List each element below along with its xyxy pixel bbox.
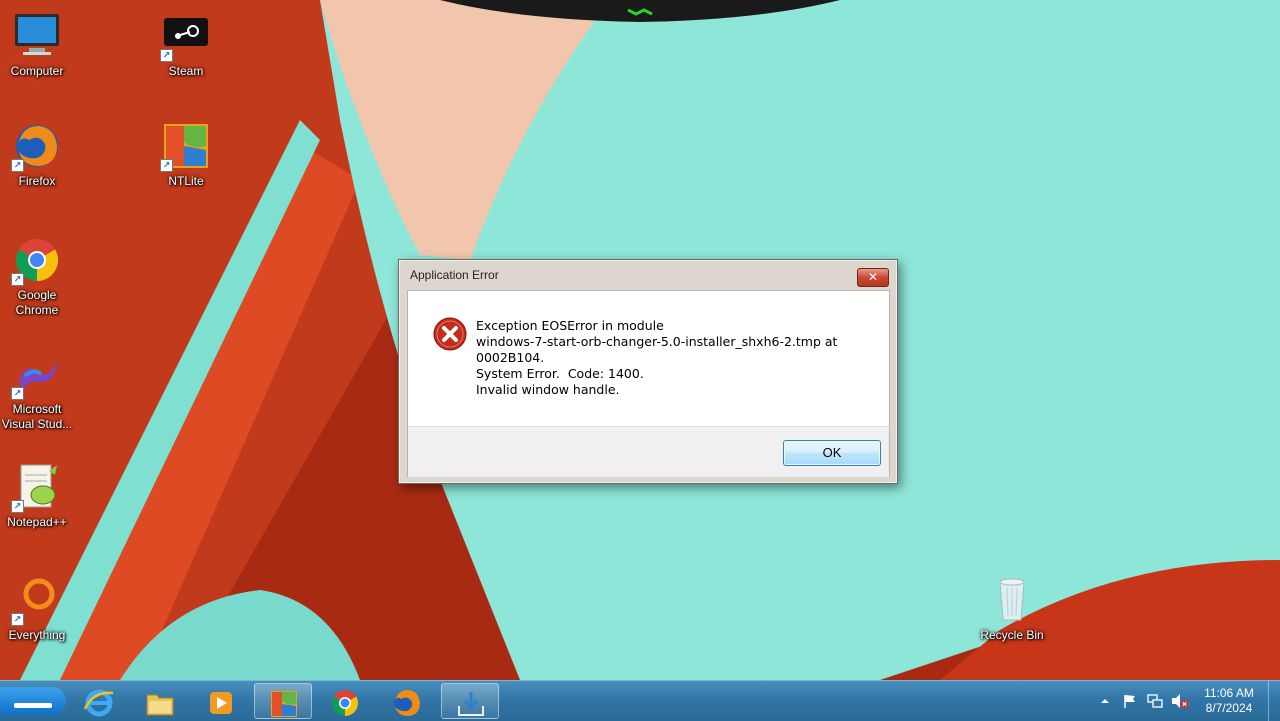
visual-studio-icon: ↗ xyxy=(11,350,61,400)
desktop-icon-chrome[interactable]: ↗ Google Chrome xyxy=(0,236,77,318)
clock-time: 11:06 AM xyxy=(1204,686,1254,700)
dialog-client-area: Exception EOSError in module windows-7-s… xyxy=(407,290,890,477)
firefox-icon: ↗ xyxy=(11,122,61,172)
shortcut-arrow-icon: ↗ xyxy=(11,613,24,626)
desktop-icon-ntlite[interactable]: ↗ NTLite xyxy=(146,122,226,189)
desktop-icon-label: Recycle Bin xyxy=(980,628,1044,642)
taskbar-explorer[interactable] xyxy=(131,683,189,719)
desktop-icon-label: Computer xyxy=(10,64,64,78)
dialog-title: Application Error xyxy=(410,268,499,282)
taskbar-installer[interactable] xyxy=(441,683,499,719)
dialog-titlebar[interactable]: Application Error ✕ xyxy=(399,260,897,290)
firefox-icon xyxy=(394,690,420,716)
taskbar: 11:06 AM 8/7/2024 xyxy=(0,680,1280,721)
message-area: Exception EOSError in module windows-7-s… xyxy=(408,291,889,426)
chrome-icon: ↗ xyxy=(11,236,61,286)
chrome-icon xyxy=(331,690,359,717)
show-desktop-button[interactable] xyxy=(1268,681,1280,721)
error-message: Exception EOSError in module windows-7-s… xyxy=(476,318,838,397)
desktop-icon-label: Everything xyxy=(8,628,66,642)
taskbar-chrome[interactable] xyxy=(316,683,374,719)
shortcut-arrow-icon: ↗ xyxy=(11,387,24,400)
close-icon: ✕ xyxy=(867,270,879,284)
desktop-icon-recycle-bin[interactable]: Recycle Bin xyxy=(972,576,1052,643)
desktop-icon-label: Steam xyxy=(168,64,204,78)
shortcut-arrow-icon: ↗ xyxy=(11,273,24,286)
taskbar-media-player[interactable] xyxy=(192,683,250,719)
clock-date: 8/7/2024 xyxy=(1205,701,1253,715)
ntlite-icon xyxy=(271,691,297,717)
ok-button[interactable]: OK xyxy=(783,440,881,466)
error-icon xyxy=(433,317,467,351)
installer-icon xyxy=(458,692,484,716)
desktop-icon-label: Microsoft Visual Stud... xyxy=(1,402,73,431)
desktop-icon-label: Notepad++ xyxy=(7,515,67,529)
desktop-icon-everything[interactable]: ↗ Everything xyxy=(0,576,77,643)
volume-muted-icon[interactable] xyxy=(1171,693,1189,709)
action-center-flag-icon[interactable] xyxy=(1122,693,1138,709)
shortcut-arrow-icon: ↗ xyxy=(11,159,24,172)
desktop-icon-label: NTLite xyxy=(168,174,204,188)
desktop-icon-visual-studio[interactable]: ↗ Microsoft Visual Stud... xyxy=(0,350,77,432)
application-error-dialog[interactable]: Application Error ✕ Exception EOSError i… xyxy=(398,259,898,484)
steam-icon: ↗ xyxy=(160,12,210,62)
folder-icon xyxy=(146,694,174,716)
desktop-icon-label: Firefox xyxy=(18,174,56,188)
media-player-icon xyxy=(210,692,232,714)
shortcut-arrow-icon: ↗ xyxy=(160,49,173,62)
everything-icon: ↗ xyxy=(11,576,61,626)
shortcut-arrow-icon: ↗ xyxy=(160,159,173,172)
desktop-icon-label: Google Chrome xyxy=(15,288,59,317)
recycle-bin-icon xyxy=(988,576,1036,624)
ie-icon xyxy=(83,689,114,717)
taskbar-firefox[interactable] xyxy=(378,683,436,719)
button-area: OK xyxy=(408,426,889,477)
close-button[interactable]: ✕ xyxy=(857,268,889,287)
desktop-icon-computer[interactable]: Computer xyxy=(0,12,77,79)
desktop-icon-firefox[interactable]: ↗ Firefox xyxy=(0,122,77,189)
network-icon[interactable] xyxy=(1147,693,1163,709)
desktop-icon-notepadpp[interactable]: ↗ Notepad++ xyxy=(0,463,77,530)
notepadpp-icon: ↗ xyxy=(11,463,61,513)
desktop-icon-steam[interactable]: ↗ Steam xyxy=(146,12,226,79)
shortcut-arrow-icon: ↗ xyxy=(11,500,24,513)
ntlite-icon: ↗ xyxy=(160,122,210,172)
show-hidden-icons-icon[interactable] xyxy=(1100,696,1110,706)
computer-icon xyxy=(13,12,61,60)
taskbar-ntlite[interactable] xyxy=(254,683,312,719)
system-clock[interactable]: 11:06 AM 8/7/2024 xyxy=(1196,686,1262,716)
taskbar-ie[interactable] xyxy=(70,683,128,719)
start-button[interactable] xyxy=(0,687,66,715)
